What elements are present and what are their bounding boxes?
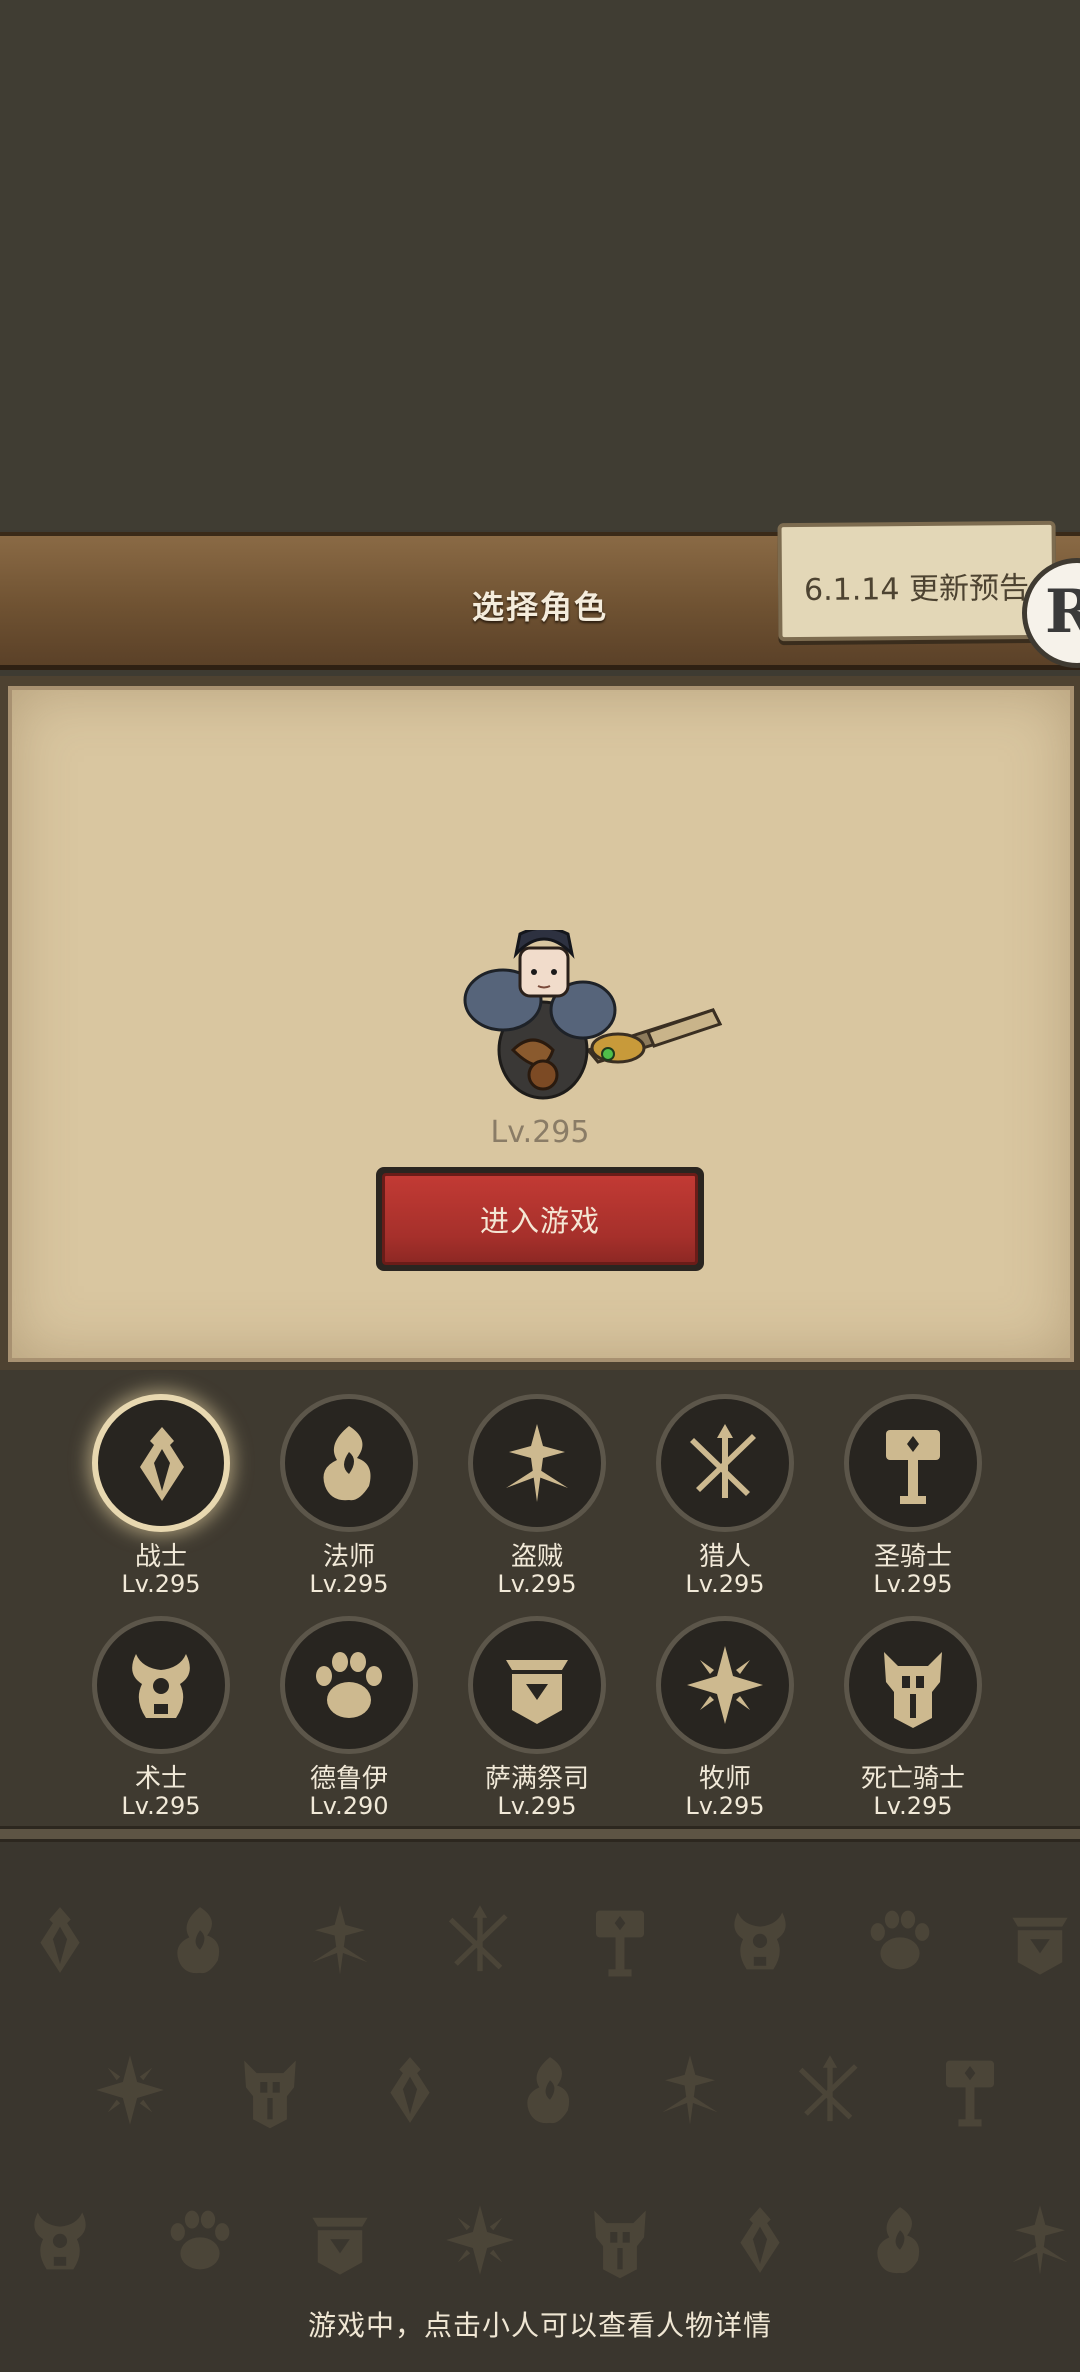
footer-hint: 游戏中，点击小人可以查看人物详情 xyxy=(307,2309,772,2342)
class-level: Lv.295 xyxy=(309,1570,389,1598)
class-emblem[interactable] xyxy=(844,1616,982,1754)
update-notice-label: 6.1.14 更新预告 xyxy=(803,571,1030,608)
class-level: Lv.290 xyxy=(309,1792,389,1820)
class-item[interactable]: 德鲁伊 Lv.290 xyxy=(264,1602,434,1820)
enter-game-button[interactable]: 进入游戏 xyxy=(376,1167,704,1271)
class-level: Lv.295 xyxy=(497,1792,577,1820)
enter-game-label: 进入游戏 xyxy=(382,1173,698,1265)
druid-icon xyxy=(316,1652,382,1718)
shaman-icon xyxy=(506,1660,568,1724)
warlock-icon xyxy=(34,2212,86,2270)
class-name: 法师 xyxy=(322,1542,375,1572)
class-level: Lv.295 xyxy=(685,1570,765,1598)
class-emblem[interactable] xyxy=(468,1394,606,1532)
class-grid-divider xyxy=(0,1826,1080,1842)
rogue-icon xyxy=(506,1424,568,1502)
class-emblem[interactable] xyxy=(468,1616,606,1754)
paladin-icon xyxy=(946,2060,994,2127)
class-name: 牧师 xyxy=(698,1764,751,1794)
update-notice-button[interactable]: 6.1.14 更新预告 xyxy=(777,520,1057,642)
warrior-icon xyxy=(40,1907,80,1973)
class-name: 德鲁伊 xyxy=(309,1764,388,1794)
death-knight-icon xyxy=(884,1652,942,1728)
class-item[interactable]: 盗贼 Lv.295 xyxy=(452,1380,622,1598)
hunter-icon xyxy=(690,1424,756,1498)
druid-icon xyxy=(170,2210,230,2270)
paladin-icon xyxy=(886,1430,940,1504)
class-emblem[interactable] xyxy=(92,1394,230,1532)
class-name: 萨满祭司 xyxy=(484,1764,589,1794)
mage-icon xyxy=(323,1426,371,1501)
class-item[interactable]: 法师 Lv.295 xyxy=(264,1380,434,1598)
class-level: Lv.295 xyxy=(121,1792,201,1820)
hero-character[interactable] xyxy=(458,930,728,1110)
class-item[interactable]: 圣骑士 Lv.295 xyxy=(828,1380,998,1598)
class-emblem[interactable] xyxy=(656,1616,794,1754)
class-item[interactable]: 死亡骑士 Lv.295 xyxy=(828,1602,998,1820)
shaman-icon xyxy=(312,2217,368,2275)
class-item[interactable]: 术士 Lv.295 xyxy=(76,1602,246,1820)
class-item[interactable]: 猎人 Lv.295 xyxy=(640,1380,810,1598)
class-emblem[interactable] xyxy=(280,1394,418,1532)
class-name: 圣骑士 xyxy=(873,1542,952,1572)
druid-icon xyxy=(870,1910,930,1970)
priest-icon xyxy=(446,2205,514,2275)
hero-head xyxy=(513,930,575,998)
rogue-icon xyxy=(312,1905,368,1975)
class-emblem[interactable] xyxy=(656,1394,794,1532)
warrior-icon xyxy=(390,2057,430,2123)
warlock-icon xyxy=(132,1654,190,1718)
death-knight-icon xyxy=(594,2210,646,2279)
class-name: 术士 xyxy=(134,1764,187,1794)
top-background xyxy=(0,0,1080,530)
mage-icon xyxy=(877,2207,920,2274)
class-item[interactable]: 战士 Lv.295 xyxy=(76,1380,246,1598)
corner-float-glyph: R xyxy=(1045,577,1080,647)
class-emblem[interactable] xyxy=(844,1394,982,1532)
rogue-icon xyxy=(662,2055,718,2125)
class-level: Lv.295 xyxy=(121,1570,201,1598)
warrior-icon xyxy=(740,2207,780,2273)
priest-icon xyxy=(96,2055,164,2125)
shaman-icon xyxy=(1012,1917,1068,1975)
class-name: 战士 xyxy=(134,1542,187,1572)
paladin-icon xyxy=(596,1910,644,1977)
hero-level: Lv.295 xyxy=(490,1115,590,1150)
class-level: Lv.295 xyxy=(497,1570,577,1598)
class-name: 猎人 xyxy=(698,1542,751,1572)
class-emblem[interactable] xyxy=(92,1616,230,1754)
class-level: Lv.295 xyxy=(685,1792,765,1820)
class-item[interactable]: 牧师 Lv.295 xyxy=(640,1602,810,1820)
warlock-icon xyxy=(734,1912,786,1970)
hunter-icon xyxy=(798,2055,858,2122)
class-name: 盗贼 xyxy=(510,1542,563,1572)
priest-icon xyxy=(687,1646,763,1724)
rogue-icon xyxy=(1012,2205,1068,2275)
warrior-icon xyxy=(140,1427,184,1501)
class-level: Lv.295 xyxy=(873,1792,953,1820)
class-name: 死亡骑士 xyxy=(860,1764,965,1794)
mage-icon xyxy=(527,2057,570,2124)
hunter-icon xyxy=(448,1905,508,1972)
class-level: Lv.295 xyxy=(873,1570,953,1598)
class-item[interactable]: 萨满祭司 Lv.295 xyxy=(452,1602,622,1820)
class-emblem[interactable] xyxy=(280,1616,418,1754)
death-knight-icon xyxy=(244,2060,296,2129)
mage-icon xyxy=(177,1907,220,1974)
